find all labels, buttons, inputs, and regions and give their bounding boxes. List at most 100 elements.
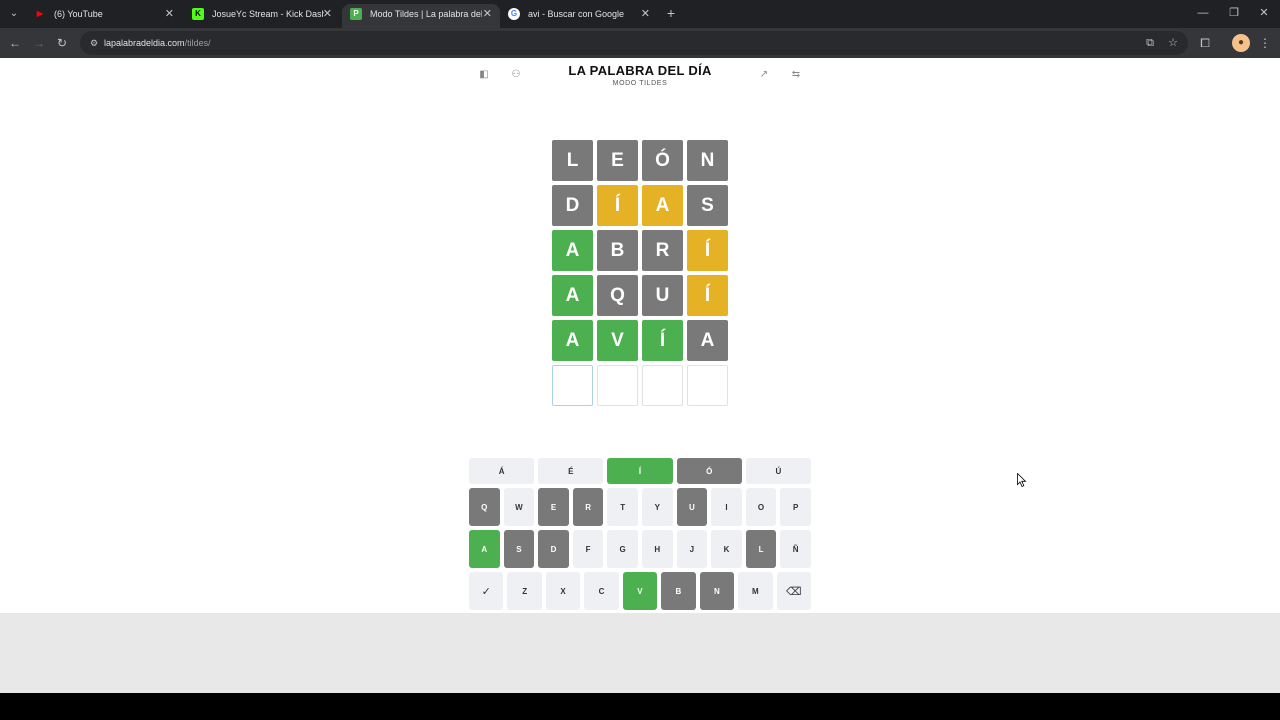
- key-b[interactable]: B: [661, 572, 696, 610]
- settings-icon[interactable]: ⇆: [789, 68, 803, 82]
- backspace-key[interactable]: ⌫: [776, 572, 811, 610]
- board-tile: N: [687, 140, 728, 181]
- key-o[interactable]: O: [745, 488, 777, 526]
- tab-title: avi - Buscar con Google: [528, 9, 625, 19]
- page-subtitle: MODO TILDES: [612, 80, 668, 87]
- tab-youtube[interactable]: ▶ (6) YouTube ✕: [26, 4, 182, 28]
- key-x[interactable]: X: [545, 572, 581, 610]
- key-u[interactable]: U: [676, 488, 708, 526]
- board-tile: [597, 365, 638, 406]
- board-row: LEÓN: [552, 140, 729, 181]
- board-tile: Ó: [642, 140, 683, 181]
- key-r[interactable]: R: [572, 488, 604, 526]
- taskbar: [0, 693, 1280, 720]
- keyboard-row: ÁÉÍÓÚ: [469, 458, 812, 484]
- site-info-icon[interactable]: ⚙: [88, 37, 100, 49]
- board-tile: Í: [642, 320, 683, 361]
- keyboard-row: ✓ Z X C V B N M ⌫: [469, 572, 811, 610]
- key-z[interactable]: Z: [507, 572, 542, 610]
- url-host: lapalabradeldia.com: [104, 38, 185, 48]
- bookmark-star-icon[interactable]: ☆: [1166, 36, 1180, 50]
- key-é[interactable]: É: [538, 458, 604, 484]
- key-ú[interactable]: Ú: [745, 458, 812, 484]
- key-í[interactable]: Í: [607, 458, 673, 484]
- key-s[interactable]: S: [503, 530, 535, 568]
- url-path: /tildes/: [184, 38, 211, 48]
- key-v[interactable]: V: [622, 572, 658, 610]
- board-tile: A: [552, 320, 593, 361]
- new-tab-icon[interactable]: +: [664, 4, 678, 22]
- sidebar-icon[interactable]: ◧: [477, 68, 491, 82]
- key-k[interactable]: K: [711, 530, 742, 568]
- tab-kick[interactable]: K JosueYc Stream - Kick Dashboard ✕: [184, 4, 340, 28]
- key-t[interactable]: T: [607, 488, 638, 526]
- tab-title: JosueYc Stream - Kick Dashboard: [212, 9, 324, 19]
- forward-icon[interactable]: →: [30, 34, 48, 52]
- board-row: AQUÍ: [552, 275, 729, 316]
- key-á[interactable]: Á: [469, 458, 535, 484]
- board-tile: A: [642, 185, 683, 226]
- board-row: [552, 365, 729, 406]
- close-tab-icon[interactable]: ✕: [483, 4, 492, 24]
- key-ñ[interactable]: Ñ: [780, 530, 811, 568]
- extensions-icon[interactable]: ⧠: [1196, 34, 1214, 52]
- minimize-icon[interactable]: —: [1193, 4, 1213, 22]
- key-q[interactable]: Q: [469, 488, 500, 526]
- board-row: ABRÍ: [552, 230, 729, 271]
- board-tile: [642, 365, 683, 406]
- key-p[interactable]: P: [780, 488, 811, 526]
- board-tile: E: [597, 140, 638, 181]
- enter-key[interactable]: ✓: [469, 572, 504, 610]
- board-tile: A: [687, 320, 728, 361]
- stats-icon[interactable]: ↗: [757, 68, 771, 82]
- key-j[interactable]: J: [676, 530, 708, 568]
- back-icon[interactable]: ←: [6, 34, 24, 52]
- reload-icon[interactable]: ↻: [53, 34, 71, 52]
- key-d[interactable]: D: [538, 530, 569, 568]
- keyboard-row: QWERTYUIOP: [469, 488, 811, 526]
- board-tile: V: [597, 320, 638, 361]
- board-tile: Í: [597, 185, 638, 226]
- profile-avatar-icon[interactable]: ●: [1232, 34, 1250, 52]
- tab-strip: ⌄ ▶ (6) YouTube ✕ K JosueYc Stream - Kic…: [0, 0, 1280, 28]
- key-f[interactable]: F: [572, 530, 604, 568]
- key-g[interactable]: G: [607, 530, 638, 568]
- board-tile: [687, 365, 728, 406]
- on-screen-keyboard: Á É Í Ó Ú Q W E R T Y U I O P A S D F G H J K L Ñ ✓ Z X C V B N M ⌫: [469, 458, 812, 614]
- key-w[interactable]: W: [503, 488, 535, 526]
- page-content: ◧ ⚇ LA PALABRA DEL DÍA MODO TILDES ↗ ⇆ L…: [0, 58, 1280, 613]
- key-y[interactable]: Y: [641, 488, 673, 526]
- restore-icon[interactable]: ❐: [1224, 4, 1244, 22]
- address-bar[interactable]: ⚙ lapalabradeldia.com/tildes/ ⧉ ☆: [80, 31, 1188, 55]
- key-c[interactable]: C: [584, 572, 619, 610]
- url-text: lapalabradeldia.com/tildes/: [104, 31, 211, 55]
- key-m[interactable]: M: [738, 572, 773, 610]
- enter-check-icon: ✓: [481, 585, 491, 598]
- board-tile: Í: [687, 275, 728, 316]
- tab-modo-tildes[interactable]: P Modo Tildes | La palabra del día ✕: [342, 4, 500, 28]
- key-h[interactable]: H: [641, 530, 673, 568]
- kick-favicon-icon: K: [192, 8, 204, 20]
- key-l[interactable]: L: [745, 530, 777, 568]
- close-tab-icon[interactable]: ✕: [641, 4, 650, 24]
- close-tab-icon[interactable]: ✕: [165, 4, 174, 24]
- key-e[interactable]: E: [538, 488, 569, 526]
- tab-search-icon[interactable]: ⌄: [6, 6, 22, 22]
- game-board: LEÓNDÍASABRÍAQUÍAVÍA: [552, 140, 729, 410]
- youtube-favicon-icon: ▶: [36, 9, 44, 18]
- menu-dots-icon[interactable]: ⋮: [1256, 34, 1274, 52]
- board-tile: Q: [597, 275, 638, 316]
- key-a[interactable]: A: [469, 530, 500, 568]
- key-ó[interactable]: Ó: [676, 458, 742, 484]
- board-tile: Í: [687, 230, 728, 271]
- install-app-icon[interactable]: ⧉: [1143, 36, 1157, 50]
- close-window-icon[interactable]: ✕: [1254, 4, 1274, 22]
- tab-title: Modo Tildes | La palabra del día: [370, 9, 482, 19]
- keyboard-row: ASDFGHJKLÑ: [469, 530, 811, 568]
- key-i[interactable]: I: [711, 488, 742, 526]
- tab-title: (6) YouTube: [54, 9, 103, 19]
- key-n[interactable]: N: [699, 572, 735, 610]
- close-tab-icon[interactable]: ✕: [323, 4, 332, 24]
- tab-google[interactable]: G avi - Buscar con Google ✕: [500, 4, 658, 28]
- user-icon[interactable]: ⚇: [509, 68, 523, 82]
